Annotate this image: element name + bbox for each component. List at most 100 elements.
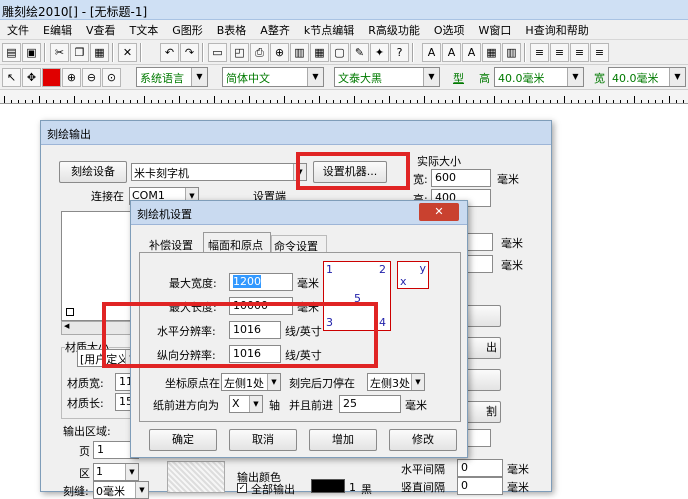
- help-icon[interactable]: ?: [390, 43, 409, 62]
- ruler-tick: [550, 100, 551, 103]
- width-input[interactable]: 40.0毫米 ▼: [608, 67, 686, 87]
- select-icon[interactable]: ↖: [2, 68, 21, 87]
- zoom-out-icon[interactable]: ⊖: [82, 68, 101, 87]
- ruler-tick: [564, 96, 565, 103]
- font-size-icon[interactable]: A: [462, 43, 481, 62]
- v-gap-input[interactable]: 0: [457, 477, 503, 495]
- after-cut-label: 刻完后刀停在: [289, 377, 355, 390]
- material-length-label: 材质长:: [67, 397, 104, 410]
- ruler-tick: [634, 96, 635, 103]
- menu-options[interactable]: O选项: [427, 22, 472, 38]
- cut-icon[interactable]: ✂: [50, 43, 69, 62]
- copy-icon[interactable]: ❐: [70, 43, 89, 62]
- zoom-fit-icon[interactable]: ⊙: [102, 68, 121, 87]
- ruler-tick: [67, 100, 68, 103]
- print-icon[interactable]: ⎙: [250, 43, 269, 62]
- device-select[interactable]: 米卡刻字机 ▼: [131, 163, 307, 181]
- ruler-tick: [508, 100, 509, 103]
- delete-icon[interactable]: ✕: [118, 43, 137, 62]
- text-tool-icon[interactable]: A: [422, 43, 441, 62]
- ruler-tick: [18, 100, 19, 103]
- menu-view[interactable]: V查看: [79, 22, 123, 38]
- device-button[interactable]: 刻绘设备: [59, 161, 127, 183]
- area-select[interactable]: 1 ▼: [93, 463, 139, 481]
- axis-suffix: 轴: [269, 399, 280, 412]
- modify-button[interactable]: 修改: [389, 429, 457, 451]
- ruler-tick: [249, 96, 250, 103]
- font-select[interactable]: 文泰大黑 ▼: [334, 67, 440, 87]
- page-label: 页: [79, 445, 90, 458]
- height-input[interactable]: 40.0毫米 ▼: [494, 67, 584, 87]
- undo-icon[interactable]: ↶: [160, 43, 179, 62]
- menu-align[interactable]: A整齐: [253, 22, 297, 38]
- v-gap-label: 竖直间隔: [401, 481, 445, 494]
- h-gap-input[interactable]: 0: [457, 459, 503, 477]
- actual-width-input[interactable]: 600: [431, 169, 491, 187]
- feed-axis-select[interactable]: X ▼: [229, 395, 263, 413]
- align-center-icon[interactable]: ≡: [550, 43, 569, 62]
- ruler-tick: [109, 96, 110, 103]
- ruler-tick: [284, 96, 285, 103]
- advance-unit: 毫米: [405, 399, 427, 412]
- zoom-icon[interactable]: ⊕: [270, 43, 289, 62]
- pen-icon[interactable]: ✎: [350, 43, 369, 62]
- menu-node-edit[interactable]: k节点编辑: [297, 22, 361, 38]
- ruler-tick: [228, 100, 229, 103]
- ruler-tick: [39, 96, 40, 103]
- redo-icon[interactable]: ↷: [180, 43, 199, 62]
- color-icon[interactable]: [42, 68, 61, 87]
- ruler-tick: [354, 96, 355, 103]
- menu-graphics[interactable]: G图形: [165, 22, 210, 38]
- tab-format-origin[interactable]: 幅面和原点: [203, 232, 271, 253]
- menu-window[interactable]: W窗口: [472, 22, 519, 38]
- text-frame-icon[interactable]: A: [442, 43, 461, 62]
- ruler-tick: [305, 100, 306, 103]
- ruler-tick: [242, 100, 243, 103]
- tab-commands[interactable]: 命令设置: [271, 235, 327, 253]
- new-page-icon[interactable]: ▭: [208, 43, 227, 62]
- advance-input[interactable]: 25: [339, 395, 401, 413]
- max-width-input[interactable]: 1200: [229, 273, 293, 291]
- offset-x-unit: 毫米: [501, 237, 523, 250]
- type-icon[interactable]: 型: [453, 70, 464, 86]
- margin-select[interactable]: 0毫米 ▼: [93, 481, 149, 499]
- light-icon[interactable]: ✦: [370, 43, 389, 62]
- paste-icon[interactable]: ▦: [90, 43, 109, 62]
- add-button[interactable]: 增加: [309, 429, 377, 451]
- align-right-icon[interactable]: ≡: [570, 43, 589, 62]
- cut-output-icon[interactable]: ◰: [230, 43, 249, 62]
- tab-compensation[interactable]: 补偿设置: [149, 237, 193, 253]
- table-icon[interactable]: ▦: [482, 43, 501, 62]
- ruler-tick: [529, 96, 530, 103]
- move-icon[interactable]: ✥: [22, 68, 41, 87]
- save-icon[interactable]: ▣: [22, 43, 41, 62]
- close-icon[interactable]: ✕: [419, 203, 459, 221]
- column-icon[interactable]: ▥: [502, 43, 521, 62]
- align-left-icon[interactable]: ≡: [530, 43, 549, 62]
- grid-icon[interactable]: ▦: [310, 43, 329, 62]
- cancel-button[interactable]: 取消: [229, 429, 297, 451]
- open-icon[interactable]: ▤: [2, 43, 21, 62]
- menu-file[interactable]: 文件: [0, 22, 36, 38]
- margin-label: 刻缝:: [63, 485, 89, 498]
- menu-edit[interactable]: E编辑: [36, 22, 79, 38]
- ruler-tick: [424, 96, 425, 103]
- zoom-in-icon[interactable]: ⊕: [62, 68, 81, 87]
- origin-select[interactable]: 左侧1处 ▼: [221, 373, 281, 391]
- ruler-tick: [333, 100, 334, 103]
- menu-text[interactable]: T文本: [122, 22, 165, 38]
- after-cut-select[interactable]: 左侧3处 ▼: [367, 373, 425, 391]
- layers-icon[interactable]: ▥: [290, 43, 309, 62]
- menu-bar: 文件 E编辑 V查看 T文本 G图形 B表格 A整齐 k节点编辑 R高级功能 O…: [0, 20, 688, 40]
- ok-button[interactable]: 确定: [149, 429, 217, 451]
- menu-help[interactable]: H查询和帮助: [518, 22, 595, 38]
- ruler-tick: [536, 100, 537, 103]
- axis-y-label: y: [419, 262, 426, 275]
- ruler-tick: [340, 100, 341, 103]
- align-justify-icon[interactable]: ≡: [590, 43, 609, 62]
- menu-advanced[interactable]: R高级功能: [361, 22, 427, 38]
- menu-table[interactable]: B表格: [210, 22, 254, 38]
- charset-select[interactable]: 简体中文 ▼: [222, 67, 324, 87]
- language-select[interactable]: 系统语言 ▼: [136, 67, 208, 87]
- lock-icon[interactable]: ▢: [330, 43, 349, 62]
